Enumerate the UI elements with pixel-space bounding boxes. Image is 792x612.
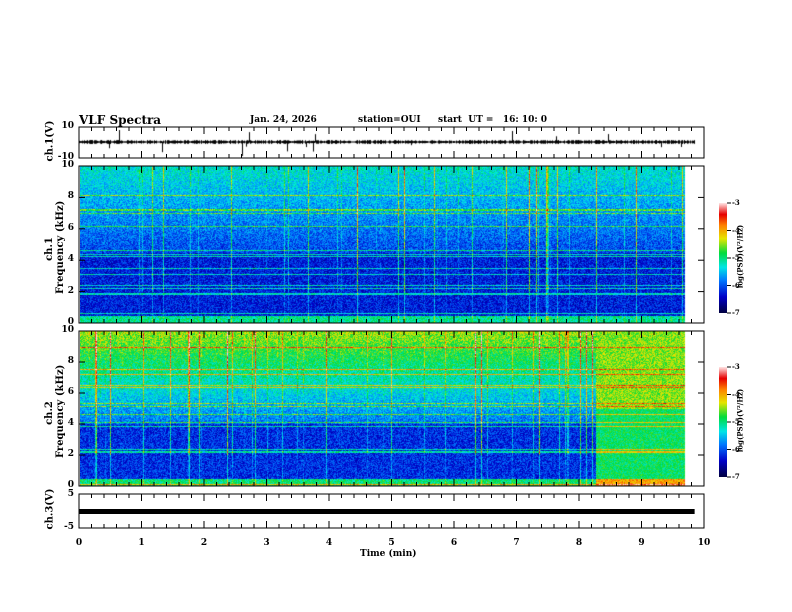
x-tick-label: 6 bbox=[450, 538, 458, 548]
ch2-label: ch.2 bbox=[44, 401, 55, 425]
colorbar-tick-label: -3 bbox=[732, 198, 740, 207]
x-tick-label: 10 bbox=[697, 538, 711, 548]
colorbar-tick-label: -7 bbox=[732, 472, 740, 481]
colorbar-tick-label: -6 bbox=[732, 280, 740, 290]
y-tick-label: 4 bbox=[67, 418, 74, 428]
ch1-ylabel: ch.1(V) bbox=[44, 120, 56, 162]
colorbar-tick-label: -4 bbox=[732, 225, 740, 235]
y-tick-label: -10 bbox=[57, 152, 74, 162]
y-tick-label: 5 bbox=[67, 489, 74, 499]
colorbar-tick-label: -4 bbox=[732, 389, 740, 399]
colorbar-tick-label: -5 bbox=[732, 253, 740, 262]
x-tick-label: 7 bbox=[513, 538, 520, 548]
x-tick-label: 4 bbox=[325, 538, 333, 548]
ch1-spec-ylabel: ch.1 Frequency (kHz) bbox=[44, 200, 66, 294]
vlf-spectra-plot: VLF Spectra Jan. 24, 2026 station=OUI st… bbox=[0, 0, 792, 612]
ch3-ylabel: ch.3(V) bbox=[44, 488, 56, 530]
colorbar-tick-label: -5 bbox=[732, 417, 740, 426]
panel-frame-2 bbox=[78, 330, 705, 487]
x-tick-label: 5 bbox=[388, 538, 395, 548]
colorbar-tick-label: -7 bbox=[732, 308, 740, 317]
freq-label: Frequency (kHz) bbox=[55, 200, 66, 294]
x-tick-label: 2 bbox=[200, 538, 208, 548]
ch2-spec-ylabel: ch.2 Frequency (kHz) bbox=[44, 364, 66, 458]
y-tick-label: 2 bbox=[67, 449, 74, 459]
y-tick-label: 8 bbox=[67, 356, 74, 366]
ch3-waveform-line bbox=[79, 509, 695, 514]
x-tick-label: 1 bbox=[138, 538, 145, 548]
x-tick-label: 3 bbox=[263, 538, 270, 548]
freq-label: Frequency (kHz) bbox=[55, 364, 66, 458]
y-tick-label: 10 bbox=[61, 121, 74, 131]
x-tick-label: 0 bbox=[75, 538, 83, 548]
x-tick-label: 8 bbox=[575, 538, 583, 548]
axes-layer bbox=[78, 126, 731, 529]
y-tick-label: 6 bbox=[67, 387, 74, 397]
y-tick-label: 2 bbox=[67, 285, 74, 296]
colorbar-tick-label: -3 bbox=[732, 362, 740, 371]
y-tick-label: 4 bbox=[67, 254, 74, 265]
y-tick-label: -5 bbox=[64, 522, 74, 532]
panel-frame-1 bbox=[78, 165, 705, 324]
ch1-label: ch.1 bbox=[44, 237, 55, 261]
y-tick-label: 10 bbox=[61, 325, 74, 335]
x-axis-label: Time (min) bbox=[360, 549, 417, 559]
x-tick-label: 9 bbox=[638, 538, 645, 548]
y-tick-label: 6 bbox=[67, 222, 74, 233]
colorbar-tick-label: -6 bbox=[732, 444, 740, 454]
y-tick-label: 8 bbox=[67, 191, 74, 202]
